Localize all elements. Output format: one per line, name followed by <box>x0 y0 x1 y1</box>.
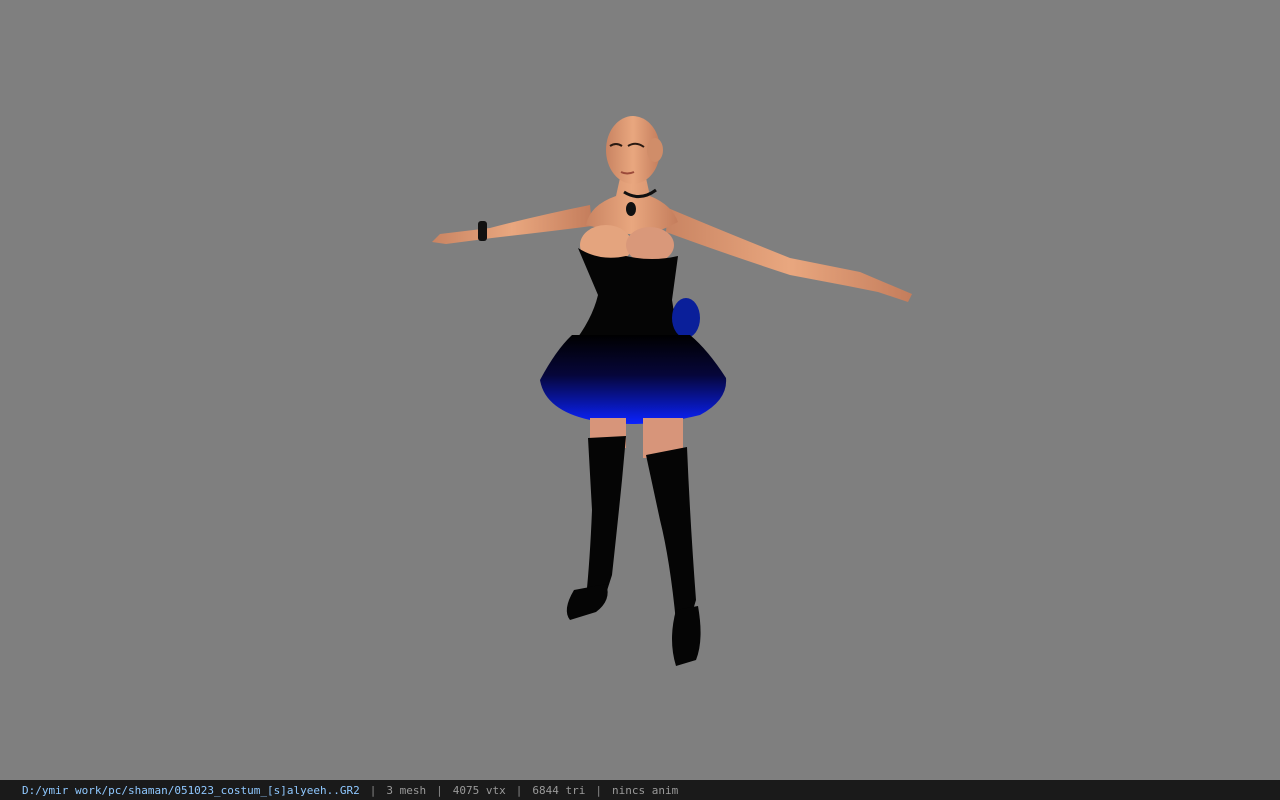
3d-viewport[interactable] <box>0 0 1280 780</box>
separator: | <box>369 783 377 797</box>
vertex-count: 4075 vtx <box>452 783 506 797</box>
separator: | <box>515 783 523 797</box>
animation-status: nincs anim <box>611 783 679 797</box>
file-path: D:/ymir work/pc/shaman/051023_costum_[s]… <box>22 783 360 797</box>
separator: | <box>436 783 443 797</box>
mesh-count: 3 mesh <box>386 783 427 797</box>
separator: | <box>595 783 602 797</box>
character-model <box>432 116 912 666</box>
triangle-count: 6844 tri <box>532 783 586 797</box>
status-bar: D:/ymir work/pc/shaman/051023_costum_[s]… <box>0 780 1280 800</box>
